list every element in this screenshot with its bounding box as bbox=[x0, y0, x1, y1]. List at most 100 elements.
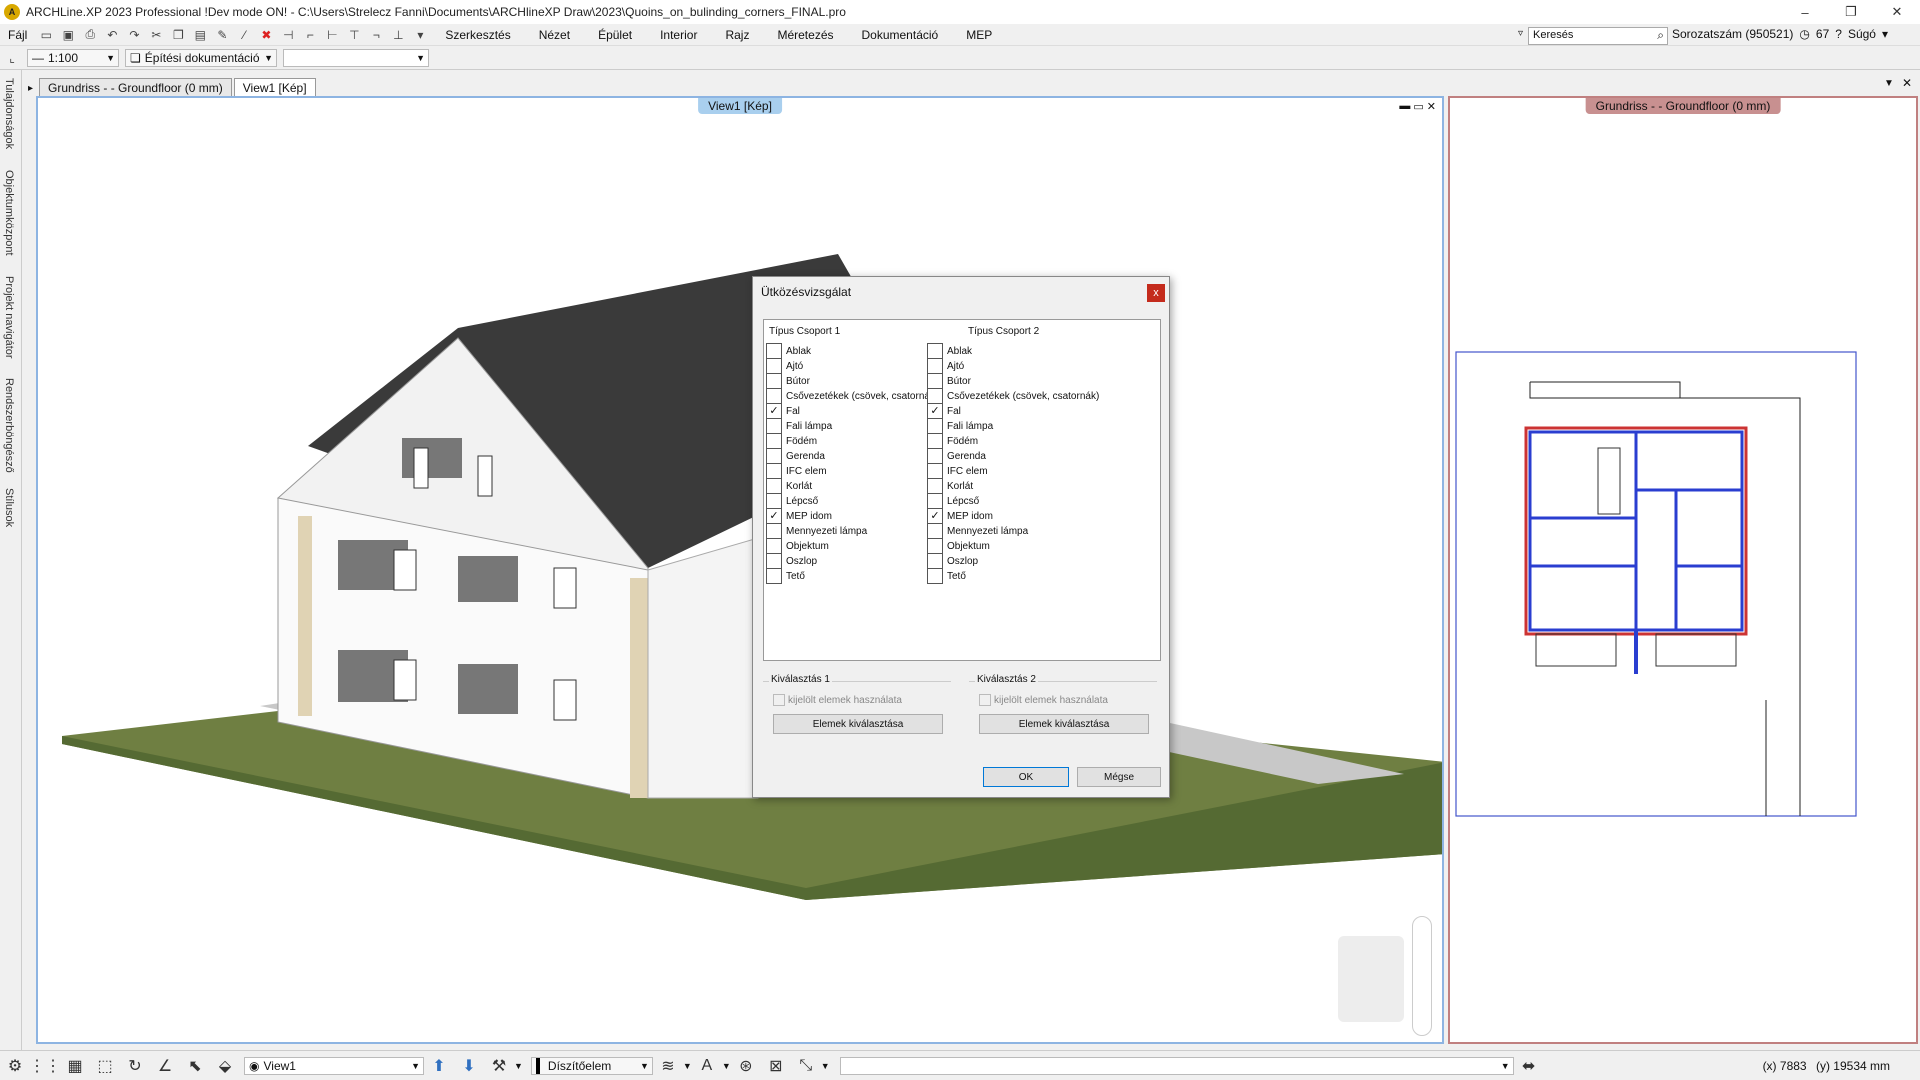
tab-styles[interactable]: Stílusok bbox=[3, 488, 15, 527]
redo-icon[interactable]: ↷ bbox=[124, 26, 144, 44]
help-icon[interactable]: ? bbox=[1835, 27, 1842, 41]
corner-icon[interactable]: ¬ bbox=[366, 26, 386, 44]
tab-properties[interactable]: Tulajdonságok bbox=[3, 78, 15, 149]
tab-project-navigator[interactable]: Projekt navigátor bbox=[3, 276, 15, 359]
arrow-down-icon[interactable]: ⬇ bbox=[456, 1054, 482, 1078]
select-icon[interactable]: ⬉ bbox=[182, 1054, 208, 1078]
tab-object-center[interactable]: Objektumközpont bbox=[3, 170, 15, 256]
arrow-up-icon[interactable]: ⬆ bbox=[426, 1054, 452, 1078]
minimize-button[interactable]: – bbox=[1782, 0, 1828, 24]
type-item-g1[interactable]: Tető bbox=[766, 567, 805, 585]
menu-documentation[interactable]: Dokumentáció bbox=[848, 28, 953, 42]
select-elements-1-button[interactable]: Elemek kiválasztása bbox=[773, 714, 943, 734]
snap-icon[interactable]: ⊛ bbox=[733, 1054, 759, 1078]
use-selected-2-label: kijelölt elemek használata bbox=[994, 694, 1108, 706]
grid-snap-icon[interactable]: ▦ bbox=[62, 1054, 88, 1078]
type-item-label: Ajtó bbox=[947, 360, 965, 372]
grid-icon[interactable]: ⋮⋮ bbox=[29, 1054, 61, 1078]
copy-icon[interactable]: ❐ bbox=[168, 26, 188, 44]
type-item-label: Fali lámpa bbox=[947, 420, 994, 432]
menu-file[interactable]: Fájl bbox=[0, 28, 35, 42]
menu-draw[interactable]: Rajz bbox=[711, 28, 763, 42]
close-window-button[interactable]: ✕ bbox=[1874, 0, 1920, 24]
type-item-label: Ablak bbox=[947, 345, 973, 357]
open-icon[interactable]: ▭ bbox=[36, 26, 56, 44]
ok-button[interactable]: OK bbox=[983, 767, 1069, 787]
angle-icon[interactable]: ∠ bbox=[152, 1054, 178, 1078]
close-tab-icon[interactable]: ✕ bbox=[1902, 76, 1912, 90]
window-controls: – ❐ ✕ bbox=[1782, 0, 1920, 24]
tab-view1[interactable]: View1 [Kép] bbox=[233, 78, 316, 96]
help-menu[interactable]: Súgó bbox=[1848, 27, 1876, 41]
navigation-cube[interactable] bbox=[1338, 936, 1404, 1022]
view-2d-plan[interactable]: Grundriss - - Groundfloor (0 mm) bbox=[1448, 96, 1918, 1044]
cancel-button[interactable]: Mégse bbox=[1077, 767, 1161, 787]
zoom-slider[interactable] bbox=[1412, 916, 1432, 1036]
chevron-down-icon[interactable]: ▼ bbox=[722, 1061, 731, 1071]
split-icon[interactable]: ⊢ bbox=[322, 26, 342, 44]
text-icon[interactable]: A bbox=[694, 1054, 720, 1078]
paste-icon[interactable]: ▤ bbox=[190, 26, 210, 44]
dialog-close-button[interactable]: x bbox=[1147, 284, 1165, 302]
view-select[interactable]: ◉ View1 ▼ bbox=[244, 1056, 424, 1075]
menu-edit[interactable]: Szerkesztés bbox=[431, 28, 524, 42]
clock-icon[interactable]: ◷ bbox=[1799, 27, 1809, 41]
restore-button[interactable]: ❐ bbox=[1828, 0, 1874, 24]
layer-set-select[interactable]: ❏ Építési dokumentáció ▼ bbox=[125, 48, 277, 67]
chevron-down-icon[interactable]: ▼ bbox=[514, 1061, 523, 1071]
menu-dimension[interactable]: Méretezés bbox=[763, 28, 847, 42]
brush-icon[interactable]: ✎ bbox=[212, 26, 232, 44]
more-tools-icon[interactable]: ▾ bbox=[410, 26, 430, 44]
hammer-icon[interactable]: ⚒ bbox=[486, 1054, 512, 1078]
print-icon[interactable]: ⎙ bbox=[80, 26, 100, 44]
osnap-icon[interactable]: ⊠ bbox=[763, 1054, 789, 1078]
tab-list-icon[interactable]: ▼ bbox=[1884, 78, 1894, 89]
rotate-icon[interactable]: ↻ bbox=[122, 1054, 148, 1078]
menu-mep[interactable]: MEP bbox=[952, 28, 1006, 42]
settings-icon[interactable]: ⚙ bbox=[2, 1054, 28, 1078]
search-icon[interactable]: ⌕ bbox=[1657, 28, 1664, 43]
join-icon[interactable]: ⊤ bbox=[344, 26, 364, 44]
pin-icon[interactable]: ▸ bbox=[28, 83, 33, 94]
layer-icon[interactable]: ⬙ bbox=[212, 1054, 238, 1078]
menu-view[interactable]: Nézet bbox=[525, 28, 584, 42]
cut-icon[interactable]: ✂ bbox=[146, 26, 166, 44]
select-elements-2-button[interactable]: Elemek kiválasztása bbox=[979, 714, 1149, 734]
style-select[interactable]: Díszítőelem ▼ bbox=[530, 1056, 653, 1075]
pipette-icon[interactable]: ⁄ bbox=[234, 26, 254, 44]
extend-icon[interactable]: ⌐ bbox=[300, 26, 320, 44]
tab-system-browser[interactable]: Rendszerböngésző bbox=[3, 378, 15, 473]
type-item-g2[interactable]: Tető bbox=[927, 567, 966, 585]
command-input[interactable]: ▼ bbox=[839, 1056, 1514, 1075]
menu-building[interactable]: Épület bbox=[584, 28, 646, 42]
search-scope-icon[interactable]: ▿ bbox=[1518, 28, 1523, 39]
trim-icon[interactable]: ⊣ bbox=[278, 26, 298, 44]
chevron-down-icon: ▼ bbox=[106, 52, 115, 63]
building-3d-render bbox=[62, 254, 1442, 900]
chevron-down-icon[interactable]: ▼ bbox=[683, 1061, 692, 1071]
menu-interior[interactable]: Interior bbox=[646, 28, 711, 42]
offset-icon[interactable]: ⊥ bbox=[388, 26, 408, 44]
ruler-icon[interactable]: ⌞ bbox=[2, 49, 22, 67]
undo-icon[interactable]: ↶ bbox=[102, 26, 122, 44]
measure-icon[interactable]: ⤡ bbox=[793, 1054, 819, 1078]
checkbox[interactable] bbox=[927, 568, 943, 584]
view-3d[interactable]: View1 [Kép] ▬ ▭ ✕ bbox=[36, 96, 1444, 1044]
chevron-down-icon[interactable]: ▼ bbox=[821, 1061, 830, 1071]
type-item-label: Mennyezeti lámpa bbox=[786, 525, 868, 537]
tab-grundriss[interactable]: Grundriss - - Groundfloor (0 mm) bbox=[39, 78, 232, 96]
frame-icon[interactable]: ⬚ bbox=[92, 1054, 118, 1078]
delete-icon[interactable]: ✖ bbox=[256, 26, 276, 44]
scale-select[interactable]: — 1:100 ▼ bbox=[27, 48, 119, 67]
search-input[interactable]: Keresés ⌕ bbox=[1528, 27, 1668, 45]
checkbox[interactable] bbox=[766, 568, 782, 584]
selection-2-title: Kiválasztás 2 bbox=[975, 674, 1038, 685]
layers-stack-icon[interactable]: ≋ bbox=[655, 1054, 681, 1078]
help-dropdown-icon[interactable]: ▾ bbox=[1882, 27, 1888, 41]
layer-select[interactable]: ▼ bbox=[283, 48, 429, 67]
fit-view-icon[interactable]: ⬌ bbox=[1516, 1054, 1542, 1078]
menu-right: Sorozatszám (950521) ◷ 67 ? Súgó ▾ bbox=[1672, 27, 1888, 41]
chevron-down-icon: ▼ bbox=[640, 1060, 649, 1071]
save-icon[interactable]: ▣ bbox=[58, 26, 78, 44]
clash-detection-dialog: Ütközésvizsgálat x Típus Csoport 1 Típus… bbox=[752, 276, 1170, 798]
